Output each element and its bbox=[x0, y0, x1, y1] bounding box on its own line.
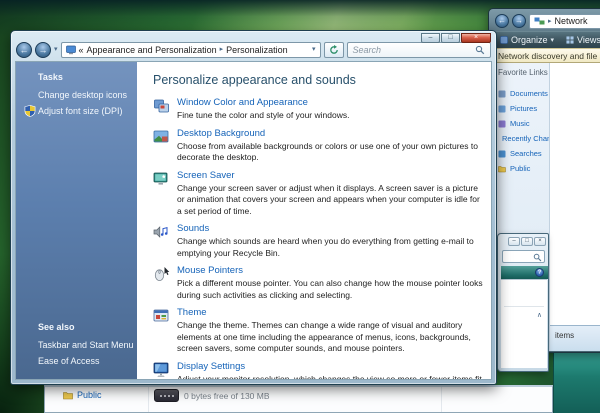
documents-icon bbox=[498, 90, 506, 98]
mouse-pointers-icon bbox=[153, 266, 170, 282]
divider bbox=[504, 306, 544, 307]
dialog-search-input[interactable] bbox=[502, 250, 545, 263]
column-separator bbox=[148, 387, 149, 412]
collapse-chevron-icon[interactable]: ∧ bbox=[537, 312, 542, 319]
help-button[interactable]: ? bbox=[535, 268, 544, 277]
personalization-window: – □ × ← → ▾ « Appearance and Personaliza… bbox=[10, 30, 497, 385]
link-taskbar-start-menu[interactable]: Taskbar and Start Menu bbox=[16, 337, 137, 353]
tasks-header: Tasks bbox=[16, 72, 137, 87]
close-button[interactable]: × bbox=[461, 33, 491, 43]
pictures-icon bbox=[498, 105, 506, 113]
favorite-link-music[interactable]: Music bbox=[498, 116, 549, 131]
screen: ← → ▸ Network Organize ▾ Views Network d… bbox=[0, 0, 600, 413]
back-button[interactable]: ← bbox=[495, 14, 509, 28]
views-button[interactable]: Views bbox=[566, 35, 600, 45]
breadcrumb-personalization[interactable]: Personalization bbox=[226, 45, 288, 55]
crumb-separator-icon: ▸ bbox=[548, 18, 552, 25]
refresh-icon bbox=[329, 45, 339, 55]
wallpaper-teal-patch bbox=[553, 352, 600, 413]
search-icon bbox=[533, 253, 542, 262]
search-icon bbox=[475, 45, 485, 55]
favorite-link-pictures[interactable]: Pictures bbox=[498, 101, 549, 116]
display-settings-icon bbox=[153, 362, 170, 378]
crumb-separator-icon: ▸ bbox=[220, 46, 224, 53]
item-mouse-pointers[interactable]: Mouse Pointers Pick a different mouse po… bbox=[153, 265, 485, 301]
public-folder-icon bbox=[498, 165, 506, 173]
uac-shield-icon bbox=[24, 105, 36, 117]
close-button[interactable]: × bbox=[534, 237, 546, 246]
favorite-link-recently-changed[interactable]: Recently Changed bbox=[498, 131, 549, 146]
personalization-icon bbox=[66, 45, 76, 55]
network-icon bbox=[534, 17, 545, 26]
column-separator bbox=[441, 387, 442, 412]
item-screen-saver[interactable]: Screen Saver Change your screen saver or… bbox=[153, 170, 485, 218]
refresh-button[interactable] bbox=[324, 42, 344, 58]
network-address-bar[interactable]: ▸ Network bbox=[529, 14, 600, 29]
favorite-links-header: Favorite Links bbox=[498, 68, 549, 77]
dropdown-icon: ▾ bbox=[551, 37, 555, 44]
back-button[interactable]: ← bbox=[16, 42, 32, 58]
computer-window-strip: Public 0 bytes free of 130 MB bbox=[44, 385, 553, 413]
maximize-button[interactable]: □ bbox=[441, 33, 460, 43]
dialog-body: ∧ bbox=[501, 279, 547, 368]
search-placeholder: Search bbox=[353, 45, 475, 55]
address-dropdown-icon[interactable]: ▾ bbox=[312, 46, 316, 53]
window-color-icon bbox=[153, 98, 170, 114]
public-folder-item[interactable]: Public bbox=[63, 390, 102, 400]
network-breadcrumb[interactable]: Network bbox=[555, 16, 588, 26]
maximize-button[interactable]: □ bbox=[521, 237, 533, 246]
network-file-list[interactable]: ∧ items bbox=[550, 63, 600, 351]
theme-icon bbox=[153, 308, 170, 324]
drive-free-space-label: 0 bytes free of 130 MB bbox=[184, 391, 270, 401]
item-display-settings[interactable]: Display Settings Adjust your monitor res… bbox=[153, 361, 485, 380]
content-pane: Personalize appearance and sounds Window… bbox=[137, 62, 491, 379]
favorite-link-public[interactable]: Public bbox=[498, 161, 549, 176]
sounds-icon bbox=[153, 224, 170, 240]
address-bar[interactable]: « Appearance and Personalization ▸ Perso… bbox=[61, 42, 321, 58]
organize-button[interactable]: Organize ▾ bbox=[500, 35, 554, 45]
item-desktop-background[interactable]: Desktop Background Choose from available… bbox=[153, 128, 485, 164]
dialog-banner: ? bbox=[501, 266, 548, 279]
minimize-button[interactable]: – bbox=[508, 237, 520, 246]
link-ease-of-access[interactable]: Ease of Access bbox=[16, 353, 137, 369]
drive-capacity-meter bbox=[154, 389, 179, 402]
screen-saver-icon bbox=[153, 171, 170, 187]
folder-icon bbox=[63, 391, 73, 400]
network-infobar[interactable]: Network discovery and file sharing are t… bbox=[492, 48, 600, 63]
item-sounds[interactable]: Sounds Change which sounds are heard whe… bbox=[153, 223, 485, 259]
background-dialog-window: – □ × ? ∧ bbox=[497, 233, 549, 372]
network-toolbar: Organize ▾ Views bbox=[492, 31, 600, 48]
dialog-title-bar[interactable]: – □ × bbox=[501, 236, 547, 248]
network-title-bar[interactable]: ← → ▸ Network bbox=[492, 11, 600, 31]
search-input[interactable]: Search bbox=[347, 42, 491, 58]
task-change-desktop-icons[interactable]: Change desktop icons bbox=[16, 87, 137, 103]
searches-icon bbox=[498, 150, 506, 158]
organize-icon bbox=[500, 36, 508, 44]
breadcrumb-appearance[interactable]: Appearance and Personalization bbox=[87, 45, 217, 55]
network-details-pane: items bbox=[550, 325, 600, 351]
title-bar[interactable]: – □ × bbox=[11, 31, 496, 39]
favorite-link-documents[interactable]: Documents bbox=[498, 86, 549, 101]
see-also-header: See also bbox=[16, 322, 137, 337]
forward-button[interactable]: → bbox=[35, 42, 51, 58]
item-window-color[interactable]: Window Color and Appearance Fine tune th… bbox=[153, 97, 485, 122]
recent-pages-dropdown-icon[interactable]: ▾ bbox=[54, 46, 58, 53]
task-adjust-font-size[interactable]: Adjust font size (DPI) bbox=[16, 103, 137, 119]
music-icon bbox=[498, 120, 506, 128]
desktop-background-icon bbox=[153, 129, 170, 145]
crumb-overflow-icon[interactable]: « bbox=[79, 45, 84, 55]
views-icon bbox=[566, 36, 574, 44]
item-theme[interactable]: Theme Change the theme. Themes can chang… bbox=[153, 307, 485, 355]
favorite-link-searches[interactable]: Searches bbox=[498, 146, 549, 161]
minimize-button[interactable]: – bbox=[421, 33, 440, 43]
tasks-pane: Tasks Change desktop icons Adjust font s… bbox=[16, 62, 137, 379]
forward-button[interactable]: → bbox=[512, 14, 526, 28]
page-title: Personalize appearance and sounds bbox=[153, 73, 485, 87]
